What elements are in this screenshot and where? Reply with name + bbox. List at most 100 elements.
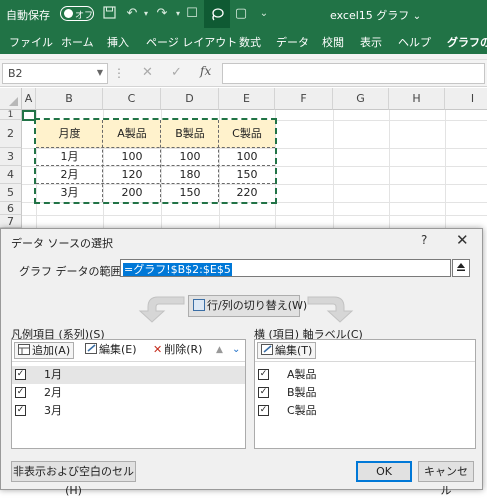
touch-mode-icon[interactable]: ☐ <box>184 6 200 22</box>
column-header-d[interactable]: D <box>161 88 219 110</box>
series-name: 1月 <box>44 368 62 381</box>
left-curved-arrow-icon <box>138 296 185 323</box>
confirm-entry-icon[interactable]: ✓ <box>171 65 182 80</box>
active-cell-indicator <box>22 110 36 121</box>
collapse-dialog-button[interactable] <box>452 259 470 277</box>
tab-help[interactable]: ヘルプ <box>398 34 431 50</box>
switch-row-column-button[interactable]: 行/列の切り替え(W) <box>188 295 307 317</box>
lasso-select-icon[interactable] <box>204 0 230 28</box>
cancel-button[interactable]: キャンセル <box>418 461 474 497</box>
column-header-a[interactable]: A <box>22 88 36 110</box>
help-button[interactable]: ? <box>421 233 427 247</box>
tab-chart-design[interactable]: グラフのデ <box>447 34 487 50</box>
undo-dropdown-icon[interactable]: ▾ <box>138 6 154 22</box>
name-box-dropdown-icon[interactable]: ▼ <box>97 68 103 77</box>
select-data-source-dialog: データ ソースの選択 ? ✕ グラフ データの範囲(D): =グラフ!$B$2:… <box>0 228 483 497</box>
range-selection-marquee <box>34 118 277 204</box>
cancel-entry-icon[interactable]: ✕ <box>142 65 153 80</box>
autosave-toggle[interactable]: オフ <box>60 6 94 21</box>
name-box[interactable]: B2 ▼ <box>2 63 108 84</box>
add-icon <box>18 344 30 355</box>
edit-axis-labels-button[interactable]: 編集(T) <box>257 342 317 359</box>
switch-row-column-icon <box>193 299 205 311</box>
toggle-knob <box>64 9 73 18</box>
series-name: 3月 <box>44 404 62 417</box>
switch-row-column-label: 行/列の切り替え(W) <box>207 299 308 312</box>
column-header-i[interactable]: I <box>445 88 487 110</box>
formula-bar: B2 ▼ ⋮ ✕ ✓ fx <box>0 60 487 87</box>
column-header-g[interactable]: G <box>333 88 389 110</box>
row-header-3[interactable]: 3 <box>0 148 22 166</box>
series-checkbox[interactable]: ✓ <box>15 387 26 398</box>
name-box-value: B2 <box>8 67 23 80</box>
column-header-b[interactable]: B <box>36 88 103 110</box>
tab-file[interactable]: ファイル <box>9 34 53 50</box>
formula-input[interactable] <box>222 63 485 84</box>
collapse-arrow-icon <box>457 263 465 271</box>
column-header-f[interactable]: F <box>275 88 333 110</box>
row-header-2[interactable]: 2 <box>0 120 22 148</box>
quick-print-icon[interactable]: ▢ <box>233 6 249 22</box>
tab-data[interactable]: データ <box>276 34 309 50</box>
axis-toolbar: 編集(T) <box>255 340 475 362</box>
series-checkbox[interactable]: ✓ <box>15 405 26 416</box>
tab-review[interactable]: 校閲 <box>322 34 344 50</box>
autosave-state: オフ <box>75 11 94 21</box>
axis-label-name: B製品 <box>287 386 317 399</box>
edit-axis-labels-label: 編集(T) <box>275 344 313 357</box>
axis-label-checkbox[interactable]: ✓ <box>258 369 269 380</box>
insert-function-icon[interactable]: fx <box>200 64 211 78</box>
worksheet-grid[interactable]: A B C D E F G H I 1 2 3 4 5 6 7 月度 A製品 B… <box>0 88 487 238</box>
column-header-h[interactable]: H <box>389 88 445 110</box>
save-icon[interactable] <box>101 6 117 22</box>
edit-series-button[interactable]: 編集(E) <box>82 342 140 359</box>
move-down-icon[interactable]: ⌄ <box>229 342 243 359</box>
add-series-button[interactable]: 追加(A) <box>14 342 75 359</box>
tab-home[interactable]: ホーム <box>61 34 94 50</box>
gridline <box>333 110 334 238</box>
delete-series-button[interactable]: ✕ 削除(R) <box>150 342 205 359</box>
axis-label-item[interactable]: ✓ C製品 <box>255 402 475 420</box>
series-item[interactable]: ✓ 2月 <box>12 384 245 402</box>
delete-icon: ✕ <box>153 343 163 356</box>
hidden-empty-cells-button[interactable]: 非表示および空白のセル(H) <box>11 461 136 497</box>
column-header-e[interactable]: E <box>219 88 275 110</box>
chart-data-range-input[interactable]: =グラフ!$B$2:$E$5 <box>120 259 451 277</box>
customize-qat-icon[interactable]: ⌄ <box>256 6 272 22</box>
row-header-5[interactable]: 5 <box>0 184 22 202</box>
column-header-c[interactable]: C <box>103 88 161 110</box>
axis-label-checkbox[interactable]: ✓ <box>258 405 269 416</box>
axis-label-checkbox[interactable]: ✓ <box>258 387 269 398</box>
tab-page-layout[interactable]: ページ レイアウト <box>146 34 237 50</box>
document-title: excel15 グラフ ⌄ <box>330 9 422 22</box>
axis-labels-panel: 編集(T) ✓ A製品 ✓ B製品 ✓ C製品 <box>254 339 476 449</box>
formula-bar-grip-icon: ⋮ <box>113 66 125 80</box>
gridline <box>389 110 390 238</box>
tab-view[interactable]: 表示 <box>360 34 382 50</box>
axis-label-item[interactable]: ✓ B製品 <box>255 384 475 402</box>
row-header-6[interactable]: 6 <box>0 202 22 215</box>
gridline <box>445 110 446 238</box>
ok-button[interactable]: OK <box>356 461 412 482</box>
gridline <box>22 215 487 216</box>
close-button[interactable]: ✕ <box>456 231 469 249</box>
right-curved-arrow-icon <box>307 296 354 323</box>
title-bar: 自動保存 オフ ↶ ▾ ↷ ▾ ☐ ▢ ⌄ excel15 グラフ ⌄ <box>0 0 487 28</box>
row-header-1[interactable]: 1 <box>0 110 22 120</box>
move-up-icon[interactable]: ▲ <box>213 342 226 359</box>
series-checkbox[interactable]: ✓ <box>15 369 26 380</box>
redo-icon[interactable]: ↷ <box>154 6 170 22</box>
tab-insert[interactable]: 挿入 <box>107 34 129 50</box>
row-header-7[interactable]: 7 <box>0 215 22 228</box>
edit-series-label: 編集(E) <box>99 343 137 356</box>
delete-series-label: 削除(R) <box>164 343 203 356</box>
ribbon-tabs: ファイル ホーム 挿入 ページ レイアウト 数式 データ 校閲 表示 ヘルプ グ… <box>0 28 487 54</box>
select-all-corner[interactable] <box>0 88 22 110</box>
series-item[interactable]: ✓ 1月 <box>12 366 245 384</box>
tab-formulas[interactable]: 数式 <box>239 34 261 50</box>
series-item[interactable]: ✓ 3月 <box>12 402 245 420</box>
row-header-4[interactable]: 4 <box>0 166 22 184</box>
series-name: 2月 <box>44 386 62 399</box>
axis-label-item[interactable]: ✓ A製品 <box>255 366 475 384</box>
autosave-label: 自動保存 <box>6 9 50 22</box>
